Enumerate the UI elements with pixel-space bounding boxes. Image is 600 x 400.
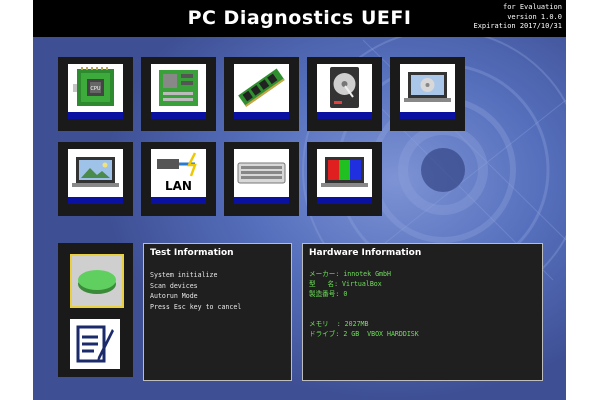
tile-face <box>234 149 289 204</box>
green-start-button-icon <box>78 270 116 294</box>
header-bar: PC Diagnostics UEFI for Evaluation versi… <box>33 0 566 37</box>
evaluation-info: for Evaluation version 1.0.0 Expiration … <box>473 3 562 32</box>
tile-bar <box>234 197 289 204</box>
tile-bar <box>317 197 372 204</box>
start-button[interactable] <box>70 254 124 308</box>
tile-bar <box>234 112 289 119</box>
laptop-optical-drive-icon <box>404 72 451 102</box>
tile-harddisk[interactable] <box>307 57 382 131</box>
hardware-info-line: メモリ : 2027MB <box>309 320 369 328</box>
hardware-info-line <box>309 299 419 309</box>
tile-face <box>151 64 206 119</box>
motherboard-icon <box>159 70 198 106</box>
hardware-info-line <box>309 309 419 319</box>
tile-cpu[interactable]: CPU <box>58 57 133 131</box>
tile-color-display[interactable] <box>307 142 382 216</box>
tile-memory[interactable] <box>224 57 299 131</box>
test-info-line: System initialize <box>150 271 218 279</box>
tile-bar <box>151 112 206 119</box>
hardware-info-line: 製造番号: 0 <box>309 290 348 298</box>
report-button[interactable] <box>70 319 120 369</box>
hardware-info-title: Hardware Information <box>309 248 422 258</box>
eval-line: Expiration 2017/10/31 <box>473 22 562 30</box>
test-info-line: Autorun Mode <box>150 292 198 300</box>
tile-face <box>68 149 123 204</box>
tile-face: LAN <box>151 149 206 204</box>
harddisk-icon <box>330 67 359 108</box>
tile-bar <box>68 197 123 204</box>
eval-line: version 1.0.0 <box>507 12 562 21</box>
tile-display[interactable] <box>58 142 133 216</box>
lan-icon: LAN <box>157 152 197 193</box>
memory-icon <box>238 68 285 107</box>
test-info-line: Scan devices <box>150 281 198 290</box>
report-notepad-icon <box>76 325 114 363</box>
tile-bar <box>68 112 123 119</box>
hardware-information-panel: Hardware Information メーカー: innotek GmbH … <box>302 243 543 381</box>
cpu-label: CPU <box>90 86 101 92</box>
keyboard-icon <box>237 162 286 184</box>
tile-motherboard[interactable] <box>141 57 216 131</box>
tile-face <box>400 64 455 119</box>
test-info-line: Press Esc key to cancel <box>150 302 242 311</box>
tile-keyboard[interactable] <box>224 142 299 216</box>
tile-face <box>317 149 372 204</box>
test-information-panel: Test Information System initialize Scan … <box>143 243 292 381</box>
tile-bar <box>317 112 372 119</box>
tile-face <box>317 64 372 119</box>
laptop-display-icon <box>72 157 119 187</box>
hardware-info-line: メーカー: innotek GmbH <box>309 270 391 278</box>
laptop-color-bars-icon <box>321 157 368 187</box>
tile-optical-drive[interactable] <box>390 57 465 131</box>
lan-label: LAN <box>165 179 192 193</box>
uefi-screen: PC Diagnostics UEFI for Evaluation versi… <box>33 0 566 400</box>
cpu-icon: CPU <box>73 67 114 106</box>
tile-face <box>234 64 289 119</box>
hardware-info-body: メーカー: innotek GmbH 型 名: VirtualBox 製造番号:… <box>309 269 419 339</box>
tile-lan[interactable]: LAN <box>141 142 216 216</box>
test-info-title: Test Information <box>150 248 234 258</box>
tile-bar <box>151 197 206 204</box>
tile-face: CPU <box>68 64 123 119</box>
tile-bar <box>400 112 455 119</box>
test-info-body: System initialize Scan devices Autorun M… <box>150 270 241 312</box>
hardware-info-line: 型 名: VirtualBox <box>309 280 382 288</box>
hardware-info-line: ドライブ: 2 GB VBOX HARDDISK <box>309 330 419 338</box>
action-sidebar <box>58 243 133 377</box>
eval-line: for Evaluation <box>502 3 562 11</box>
